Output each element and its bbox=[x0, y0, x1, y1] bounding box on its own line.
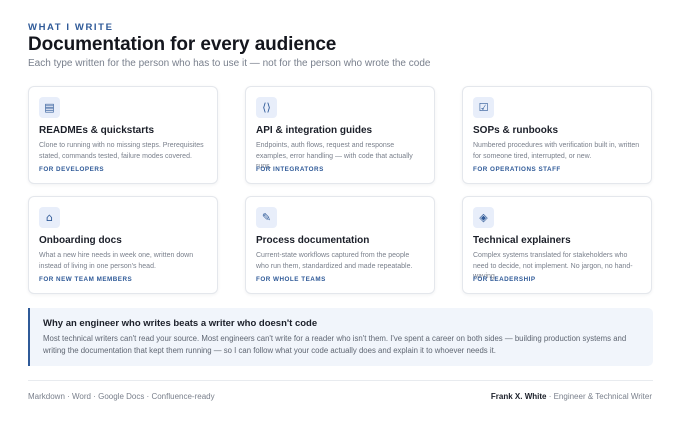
pencil-icon: ✎ bbox=[256, 207, 277, 228]
card-description: Clone to running with no missing steps. … bbox=[39, 142, 204, 160]
page-title: Documentation for every audience bbox=[28, 34, 337, 55]
card-description: Current-state workflows captured from th… bbox=[256, 252, 413, 270]
home-icon: ⌂ bbox=[39, 207, 60, 228]
card-description: What a new hire needs in week one, writt… bbox=[39, 252, 194, 270]
card-description: Numbered procedures with verification bu… bbox=[473, 142, 640, 160]
footer-formats: Markdown · Word · Google Docs · Confluen… bbox=[28, 392, 215, 401]
card-process-docs: ✎ Process documentation Current-state wo… bbox=[245, 196, 435, 294]
card-title: Onboarding docs bbox=[39, 235, 122, 246]
card-title: Process documentation bbox=[256, 235, 370, 246]
card-api-guides: ⟨⟩ API & integration guides Endpoints, a… bbox=[245, 86, 435, 184]
footer-signature: Frank X. White · Engineer & Technical Wr… bbox=[491, 392, 652, 401]
callout-title: Why an engineer who writes beats a write… bbox=[43, 318, 318, 329]
page-subtitle: Each type written for the person who has… bbox=[28, 58, 431, 69]
card-audience: FOR OPERATIONS STAFF bbox=[473, 166, 561, 173]
card-description: Complex systems translated for stakehold… bbox=[473, 252, 633, 280]
card-description: Endpoints, auth flows, request and respo… bbox=[256, 142, 413, 170]
card-sops-runbooks: ☑ SOPs & runbooks Numbered procedures wi… bbox=[462, 86, 652, 184]
author-role: · Engineer & Technical Writer bbox=[546, 392, 652, 401]
card-title: Technical explainers bbox=[473, 235, 571, 246]
diamond-icon: ◈ bbox=[473, 207, 494, 228]
card-title: API & integration guides bbox=[256, 125, 373, 136]
footer-divider bbox=[28, 380, 653, 381]
card-technical-explainers: ◈ Technical explainers Complex systems t… bbox=[462, 196, 652, 294]
checkbox-icon: ☑ bbox=[473, 97, 494, 118]
card-audience: FOR INTEGRATORS bbox=[256, 166, 324, 173]
card-audience: FOR WHOLE TEAMS bbox=[256, 276, 326, 283]
document-lines-icon: ▤ bbox=[39, 97, 60, 118]
eyebrow-label: WHAT I WRITE bbox=[28, 22, 114, 33]
code-brackets-icon: ⟨⟩ bbox=[256, 97, 277, 118]
card-audience: FOR NEW TEAM MEMBERS bbox=[39, 276, 133, 283]
card-title: SOPs & runbooks bbox=[473, 125, 559, 136]
card-audience: FOR LEADERSHIP bbox=[473, 276, 536, 283]
callout-body: Most technical writers can't read your s… bbox=[43, 334, 627, 355]
card-readmes: ▤ READMEs & quickstarts Clone to running… bbox=[28, 86, 218, 184]
card-onboarding: ⌂ Onboarding docs What a new hire needs … bbox=[28, 196, 218, 294]
card-title: READMEs & quickstarts bbox=[39, 125, 155, 136]
card-audience: FOR DEVELOPERS bbox=[39, 166, 105, 173]
callout-box: Why an engineer who writes beats a write… bbox=[28, 308, 653, 366]
card-grid: ▤ READMEs & quickstarts Clone to running… bbox=[28, 86, 653, 294]
author-name: Frank X. White bbox=[490, 392, 547, 401]
